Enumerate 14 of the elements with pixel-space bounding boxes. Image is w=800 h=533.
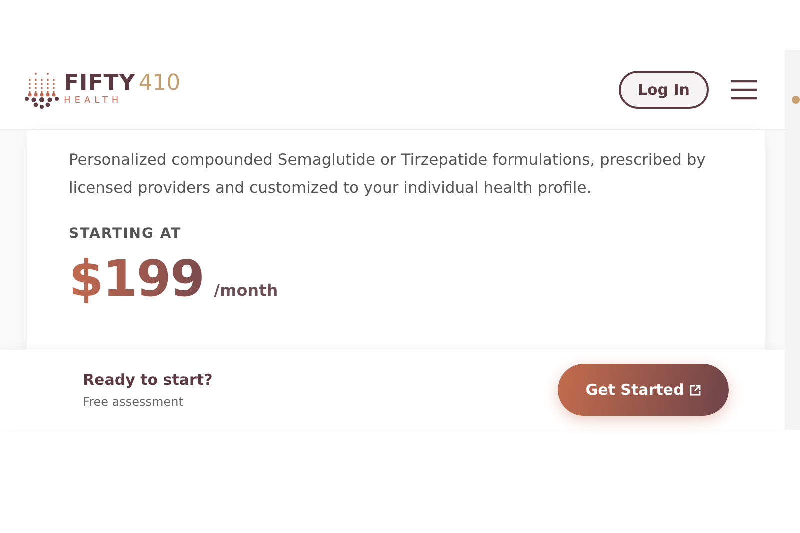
cta-subtitle: Free assessment	[83, 395, 184, 409]
cta-title: Ready to start?	[83, 371, 213, 389]
get-started-button[interactable]: Get Started	[558, 364, 729, 416]
price-label: STARTING AT	[69, 226, 183, 242]
login-button[interactable]: Log In	[618, 70, 709, 108]
description: Personalized compounded Semaglutide or Tirzepatide formulations, prescribed by licensed providers and customized to your individual health profile.	[69, 150, 707, 199]
menu-icon[interactable]	[731, 80, 757, 100]
dot-icon	[792, 96, 800, 104]
price-period: /month	[214, 281, 278, 300]
logo-icon	[24, 70, 60, 108]
logo-tagline: HEALTH	[64, 97, 124, 106]
logo-number: 410	[138, 71, 181, 96]
external-link-icon	[690, 384, 702, 396]
logo-name: FIFTY	[64, 71, 136, 96]
